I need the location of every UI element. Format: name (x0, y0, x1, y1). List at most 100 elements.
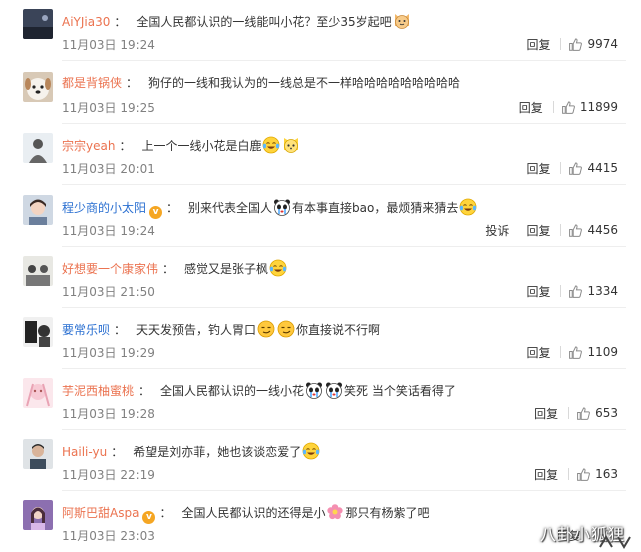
comment-actions: 回复 9974 (526, 36, 618, 52)
action-divider (560, 285, 562, 297)
colon-separator: ： (111, 445, 124, 459)
action-divider (552, 101, 554, 113)
thumbs-up-icon (577, 406, 595, 420)
thumbs-up-icon (569, 223, 587, 237)
dark-landscape-avatar[interactable] (23, 9, 53, 39)
vip-badge-icon: v (149, 206, 163, 219)
report-button[interactable]: 投诉 (485, 222, 509, 239)
thumbs-up-icon (569, 161, 587, 175)
black-white-avatar[interactable] (23, 317, 53, 347)
comment-row: 宗宗yeah ： 上一个一线小花是白鹿 11月03日 20:01 回复 4415 (0, 124, 641, 185)
comment-text: 狗仔的一线和我认为的一线总是不一样哈哈哈哈哈哈哈哈哈 (148, 76, 461, 90)
like-count: 4456 (587, 223, 618, 237)
action-divider (560, 162, 562, 174)
panda-crying-emoji (273, 198, 291, 216)
group-photo-avatar[interactable] (23, 256, 53, 286)
comment-actions: 回复 163 (534, 466, 618, 482)
comment-line: 好想要一个康家伟 ： 感觉又是张子枫 (62, 259, 288, 277)
person-silhouette-avatar[interactable] (23, 133, 53, 163)
man-portrait-avatar[interactable] (23, 439, 53, 469)
comment-line: 都是背锅侠 ： 狗仔的一线和我认为的一线总是不一样哈哈哈哈哈哈哈哈哈 (62, 75, 460, 91)
laughing-tears-emoji (459, 198, 477, 216)
like-button[interactable]: 9974 (569, 37, 618, 51)
purple-portrait-avatar[interactable] (23, 500, 53, 530)
like-button[interactable]: 653 (577, 406, 618, 420)
reply-button[interactable]: 回复 (526, 344, 550, 361)
comment-text: 你直接说不行啊 (296, 323, 381, 337)
comment-row: Haili-yu ： 希望是刘亦菲，她也该谈恋爱了 11月03日 22:19 回复 163 (0, 430, 641, 491)
username-link[interactable]: 芋泥西柚蜜桃 (62, 384, 134, 398)
comment-text: 感觉又是张子枫 (184, 262, 269, 276)
username-link[interactable]: Haili-yu (62, 445, 107, 459)
comment-line: 宗宗yeah ： 上一个一线小花是白鹿 (62, 136, 301, 154)
smirk-face-emoji (257, 320, 275, 338)
like-count: 1334 (587, 284, 618, 298)
action-divider (560, 38, 562, 50)
reply-button[interactable]: 回复 (526, 160, 550, 177)
comment-time: 11月03日 19:24 (62, 224, 155, 238)
comment-text: 那只有杨紫了吧 (345, 506, 430, 520)
comment-time: 11月03日 21:50 (62, 285, 155, 299)
comment-time: 11月03日 19:29 (62, 346, 155, 360)
comment-time: 11月03日 23:03 (62, 529, 155, 543)
comment-time: 11月03日 20:01 (62, 162, 155, 176)
comment-time: 11月03日 19:24 (62, 38, 155, 52)
colon-separator: ： (119, 139, 132, 153)
like-button[interactable]: 4415 (569, 161, 618, 175)
comment-text: 全国人民都认识的一线能叫小花？至少35岁起吧 (136, 15, 392, 29)
like-button[interactable]: 163 (577, 467, 618, 481)
girl-portrait-avatar[interactable] (23, 195, 53, 225)
comment-text: 笑死 当个笑话看得了 (344, 384, 456, 398)
like-button[interactable]: 1109 (569, 345, 618, 359)
username-link[interactable]: AiYJia30 (62, 15, 110, 29)
comment-line: 阿斯巴甜Aspa v： 全国人民都认识的还得是小 那只有杨紫了吧 (62, 503, 430, 524)
username-link[interactable]: 程少商的小太阳 (62, 201, 146, 215)
action-divider (568, 468, 570, 480)
like-count: 653 (595, 406, 618, 420)
thumbs-up-icon (577, 467, 595, 481)
comment-row: 都是背锅侠 ： 狗仔的一线和我认为的一线总是不一样哈哈哈哈哈哈哈哈哈 11月03日 1… (0, 63, 641, 124)
username-link[interactable]: 都是背锅侠 (62, 76, 122, 90)
reply-button[interactable]: 回复 (526, 283, 550, 300)
reply-button[interactable]: 回复 (526, 222, 550, 239)
comment-row: 程少商的小太阳 v： 别来代表全国人 有本事直接bao，最烦猜来猜去 11月03日 19… (0, 186, 641, 247)
comment-row: AiYJia30 ： 全国人民都认识的一线能叫小花？至少35岁起吧 11月03日 19… (0, 0, 641, 61)
comment-actions: 回复 11899 (519, 99, 618, 115)
like-button[interactable]: 1334 (569, 284, 618, 298)
username-link[interactable]: 要常乐呗 (62, 323, 110, 337)
panda-crying-emoji (325, 381, 343, 399)
colon-separator: ： (114, 15, 127, 29)
comment-list: AiYJia30 ： 全国人民都认识的一线能叫小花？至少35岁起吧 11月03日 19… (0, 0, 641, 551)
username-link[interactable]: 好想要一个康家伟 (62, 262, 158, 276)
username-link[interactable]: 阿斯巴甜Aspa (62, 506, 139, 520)
pink-cartoon-avatar[interactable] (23, 378, 53, 408)
laughing-tears-emoji (262, 136, 280, 154)
reply-button[interactable]: 回复 (519, 99, 543, 116)
comment-actions: 回复 1334 (526, 283, 618, 299)
colon-separator: ： (159, 506, 172, 520)
comment-text: 天天发预告，钓人胃口 (136, 323, 257, 337)
username-link[interactable]: 宗宗yeah (62, 139, 115, 153)
colon-separator: ： (166, 201, 179, 215)
comment-text: 有本事直接bao，最烦猜来猜去 (292, 201, 459, 215)
white-dog-avatar[interactable] (23, 72, 53, 102)
reply-button[interactable]: 回复 (534, 466, 558, 483)
comment-actions: 回复 4415 (526, 160, 618, 176)
colon-separator: ： (126, 76, 139, 90)
like-button[interactable]: 11899 (561, 100, 618, 114)
thumbs-up-icon (569, 345, 587, 359)
colon-separator: ： (162, 262, 175, 276)
colon-separator: ： (114, 323, 127, 337)
comment-time: 11月03日 19:25 (62, 101, 155, 115)
like-button[interactable]: 4456 (569, 223, 618, 237)
laughing-tears-emoji (302, 442, 320, 460)
like-count: 1109 (587, 345, 618, 359)
comment-row: 芋泥西柚蜜桃 ： 全国人民都认识的一线小花 笑死 当个笑话看得了 11月03日 19:2… (0, 369, 641, 430)
reply-button[interactable]: 回复 (534, 405, 558, 422)
smirk-face-emoji (277, 320, 295, 338)
comment-line: 要常乐呗 ： 天天发预告，钓人胃口 你直接说不行啊 (62, 320, 381, 338)
thumbs-up-icon (569, 284, 587, 298)
reply-button[interactable]: 回复 (526, 36, 550, 53)
comment-text: 希望是刘亦菲，她也该谈恋爱了 (133, 445, 302, 459)
action-divider (568, 407, 570, 419)
